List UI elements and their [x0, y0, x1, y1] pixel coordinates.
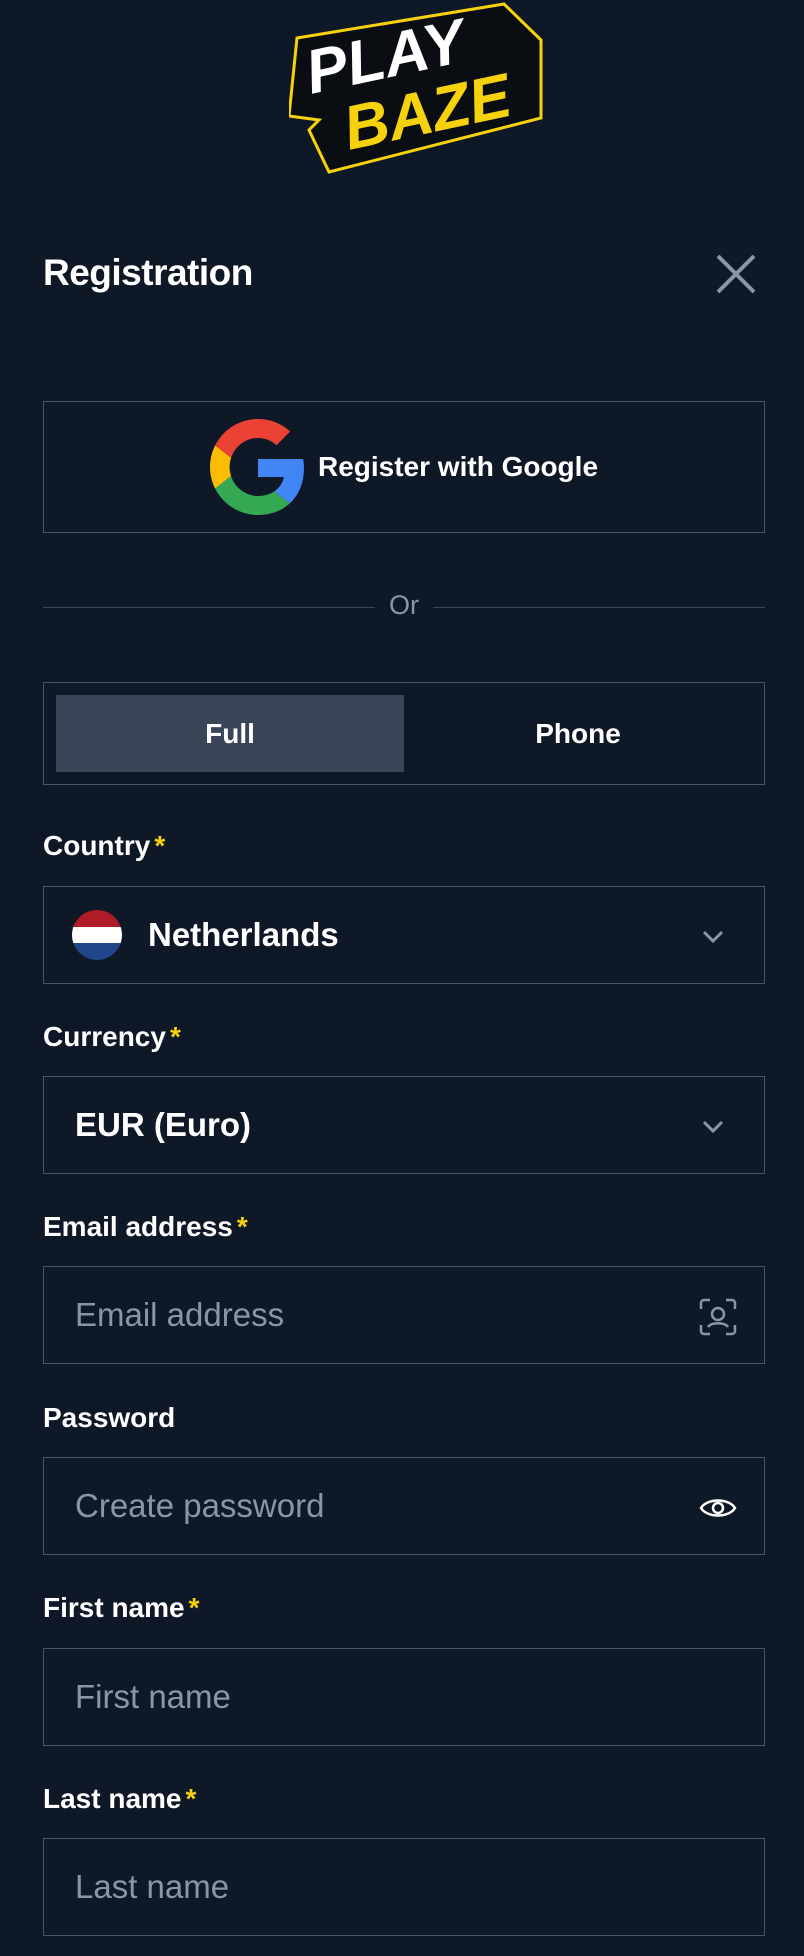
email-input[interactable] [75, 1296, 675, 1334]
required-star: * [185, 1783, 197, 1814]
or-divider: Or [43, 590, 765, 624]
required-star: * [154, 830, 166, 861]
playbaze-logo: PLAY BAZE [289, 2, 543, 174]
currency-label-text: Currency [43, 1021, 166, 1052]
currency-value: EUR (Euro) [75, 1106, 251, 1143]
password-label-text: Password [43, 1402, 176, 1433]
chevron-down-icon [702, 930, 724, 944]
country-label-text: Country [43, 830, 151, 861]
required-star: * [188, 1592, 200, 1623]
divider-text: Or [389, 590, 419, 620]
eye-icon[interactable] [698, 1488, 738, 1528]
country-label: Country * [43, 830, 165, 862]
google-icon [209, 419, 304, 515]
tab-phone[interactable]: Phone [404, 695, 752, 772]
last-name-field [43, 1838, 765, 1936]
chevron-down-icon [702, 1120, 724, 1134]
face-scan-icon[interactable] [698, 1297, 738, 1337]
email-label-text: Email address [43, 1211, 233, 1242]
last-name-label-text: Last name [43, 1783, 182, 1814]
email-field [43, 1266, 765, 1364]
password-label: Password [43, 1402, 175, 1434]
password-input[interactable] [75, 1487, 675, 1525]
country-select[interactable]: Netherlands [43, 886, 765, 984]
netherlands-flag-icon [72, 910, 122, 960]
close-icon[interactable] [714, 252, 758, 296]
divider-line-right [433, 607, 765, 608]
currency-label: Currency * [43, 1021, 181, 1053]
register-with-google-label: Register with Google [317, 451, 599, 482]
first-name-label-text: First name [43, 1592, 185, 1623]
required-star: * [169, 1021, 181, 1052]
registration-type-tabs: Full Phone [43, 682, 765, 785]
first-name-field [43, 1648, 765, 1746]
page-title: Registration [43, 252, 253, 293]
currency-select[interactable]: EUR (Euro) [43, 1076, 765, 1174]
last-name-label: Last name * [43, 1783, 196, 1815]
password-field [43, 1457, 765, 1555]
last-name-input[interactable] [75, 1868, 675, 1906]
required-star: * [236, 1211, 248, 1242]
register-with-google-button[interactable]: Register with Google [43, 401, 765, 533]
first-name-input[interactable] [75, 1678, 675, 1716]
country-value: Netherlands [148, 916, 339, 953]
first-name-label: First name * [43, 1592, 200, 1624]
email-label: Email address * [43, 1211, 248, 1243]
tab-full[interactable]: Full [56, 695, 404, 772]
